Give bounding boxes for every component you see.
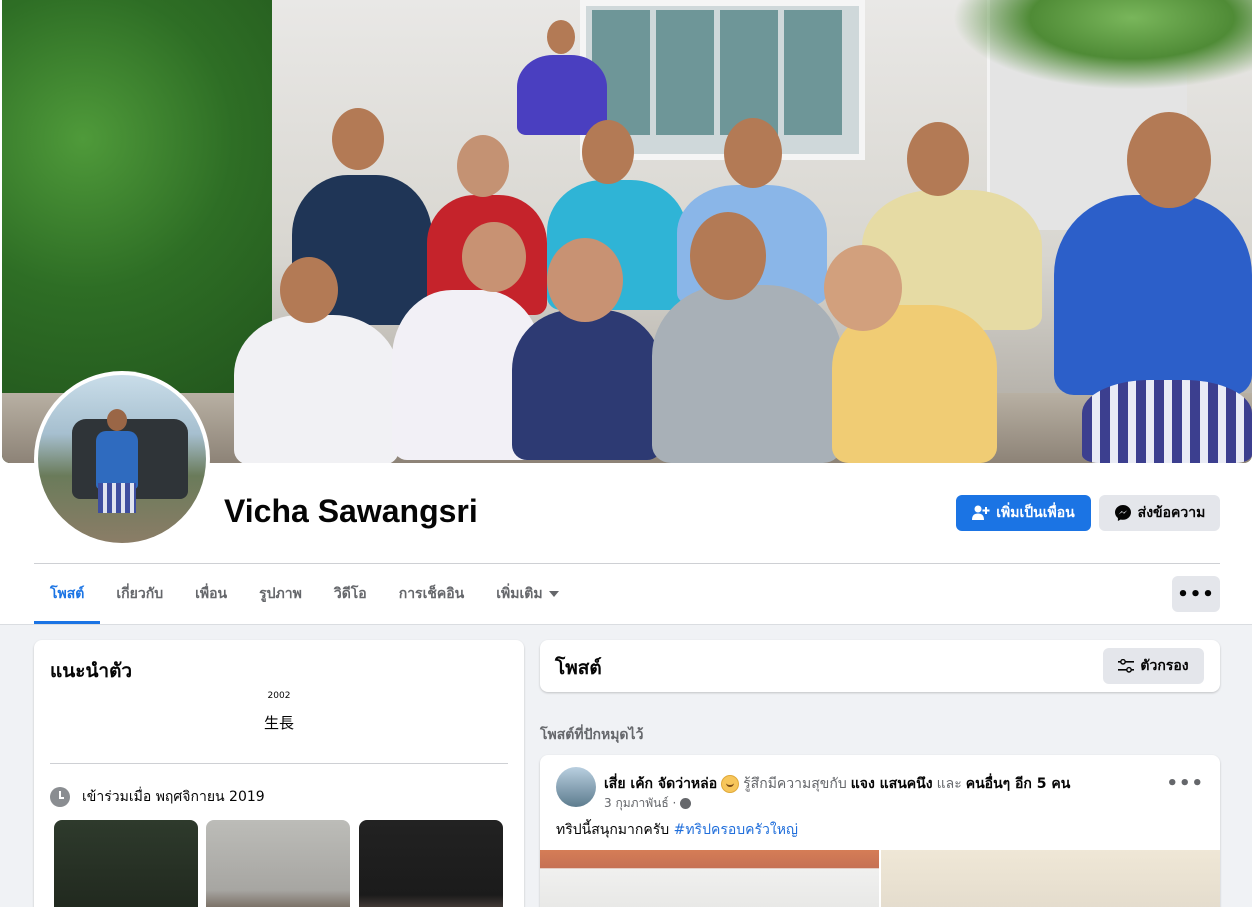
post-photo[interactable] (881, 850, 1220, 907)
photo-thumbnail[interactable] (206, 820, 350, 907)
intro-title: แนะนำตัว (50, 660, 133, 682)
pinned-post: เสี่ย เค้ก จัดว่าหล่อ รู้สึกมีความสุขกับ… (540, 755, 1220, 907)
post-text: ทริปนี้สนุกมากครับ #ทริปครอบครัวใหญ่ (556, 819, 798, 841)
tab-label: โพสต์ (50, 586, 85, 602)
send-message-label: ส่งข้อความ (1137, 505, 1206, 521)
tab-label: เพิ่มเติม (496, 586, 543, 602)
tab-label: วิดีโอ (333, 586, 367, 602)
tab-posts[interactable]: โพสต์ (34, 564, 101, 624)
caret-down-icon (548, 591, 559, 597)
tab-more[interactable]: เพิ่มเติม (480, 564, 574, 624)
add-friend-label: เพิ่มเป็นเพื่อน (996, 505, 1075, 521)
intro-year: 2002 (267, 691, 291, 701)
joined-row: เข้าร่วมเมื่อ พฤศจิกายน 2019 (50, 786, 265, 808)
tab-label: เกี่ยวกับ (116, 586, 164, 602)
post-author-avatar[interactable] (556, 767, 596, 807)
photo-thumbnail[interactable] (54, 820, 198, 907)
messenger-icon (1114, 505, 1131, 521)
post-menu-button[interactable]: ••• (1166, 773, 1204, 794)
post-photo[interactable] (540, 850, 879, 907)
tab-videos[interactable]: วิดีโอ (318, 564, 383, 624)
post-hashtag-link[interactable]: #ทริปครอบครัวใหญ่ (674, 822, 798, 838)
photo-thumbnail[interactable] (359, 820, 503, 907)
tab-label: เพื่อน (195, 586, 228, 602)
post-header: เสี่ย เค้ก จัดว่าหล่อ รู้สึกมีความสุขกับ… (604, 773, 1070, 795)
post-tagged-link[interactable]: แจง แสนคนึง (851, 773, 933, 795)
tab-photos[interactable]: รูปภาพ (243, 564, 318, 624)
profile-header: Vicha Sawangsri เพิ่มเป็นเพื่อน ส่งข้อคว… (0, 0, 1252, 625)
post-body: ทริปนี้สนุกมากครับ (556, 822, 670, 838)
profile-avatar[interactable] (34, 371, 210, 547)
posts-header-card: โพสต์ ตัวกรอง (540, 640, 1220, 692)
filter-icon (1118, 659, 1135, 673)
post-date[interactable]: 3 กุมภาพันธ์ · (604, 794, 692, 813)
add-friend-button[interactable]: เพิ่มเป็นเพื่อน (956, 495, 1091, 531)
cover-photo[interactable] (2, 0, 1252, 463)
filter-label: ตัวกรอง (1140, 658, 1189, 674)
profile-tabs: โพสต์ เกี่ยวกับ เพื่อน รูปภาพ วิดีโอ การ… (34, 564, 575, 624)
tab-friends[interactable]: เพื่อน (179, 564, 243, 624)
globe-icon (680, 798, 692, 809)
tab-label: รูปภาพ (259, 586, 302, 602)
feeling-emoji-icon (721, 775, 740, 793)
profile-name: Vicha Sawangsri (224, 493, 478, 529)
send-message-button[interactable]: ส่งข้อความ (1099, 495, 1220, 531)
cover-palm (952, 0, 1252, 90)
filter-button[interactable]: ตัวกรอง (1103, 648, 1204, 684)
intro-divider (50, 763, 508, 764)
add-friend-icon (972, 505, 990, 520)
post-others-link[interactable]: คนอื่นๆ อีก 5 คน (966, 773, 1071, 795)
post-author-link[interactable]: เสี่ย เค้ก จัดว่าหล่อ (604, 773, 717, 795)
clock-icon (50, 787, 70, 807)
intro-card: แนะนำตัว 2002 生長 เข้าร่วมเมื่อ พฤศจิกายน… (34, 640, 524, 907)
tab-about[interactable]: เกี่ยวกับ (100, 564, 179, 624)
posts-title: โพสต์ (555, 657, 602, 679)
pinned-posts-label: โพสต์ที่ปักหมุดไว้ (540, 727, 644, 743)
profile-more-button[interactable]: ••• (1172, 576, 1220, 612)
joined-text: เข้าร่วมเมื่อ พฤศจิกายน 2019 (82, 789, 265, 805)
post-date-text: 3 กุมภาพันธ์ · (604, 796, 677, 810)
tab-checkins[interactable]: การเช็คอิน (383, 564, 481, 624)
post-and-word: และ (936, 776, 962, 792)
intro-bio: 生長 (263, 714, 294, 732)
post-feeling: รู้สึกมีความสุขกับ (743, 776, 847, 792)
tab-label: การเช็คอิน (398, 586, 465, 602)
